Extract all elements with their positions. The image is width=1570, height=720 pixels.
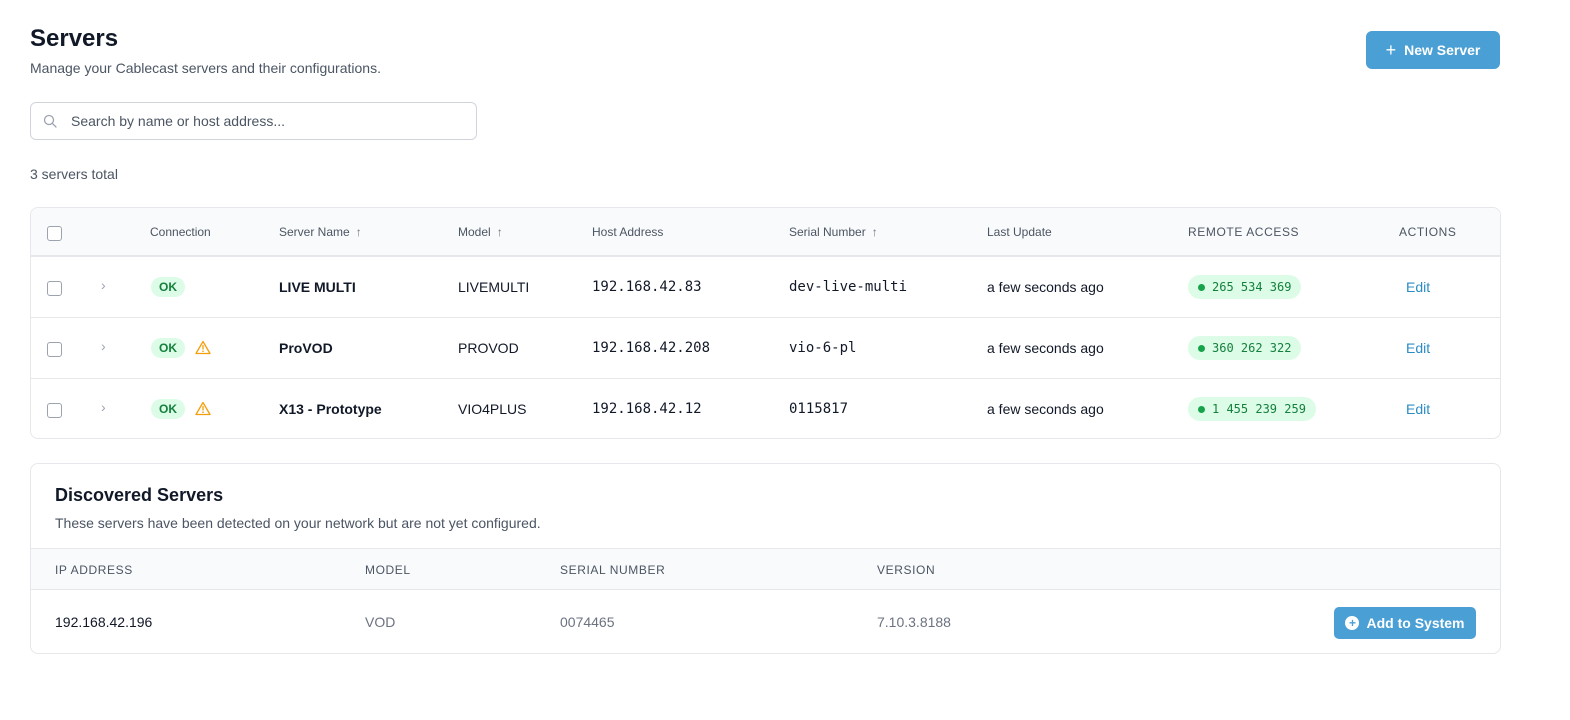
search-box [30,102,477,140]
discovered-title: Discovered Servers [55,485,224,505]
server-serial: vio-6-pl [789,340,857,356]
edit-link[interactable]: Edit [1406,401,1430,417]
status-dot-icon [1198,283,1205,291]
discovered-servers-card: Discovered Servers These servers have be… [30,463,1501,654]
remote-access-id: 360 262 322 [1212,341,1292,355]
remote-access-pill: 360 262 322 [1188,336,1302,360]
page-title: Servers [30,25,119,52]
add-to-system-button[interactable]: + Add to System [1334,607,1476,639]
warning-triangle-icon [195,401,211,416]
status-badge: OK [151,338,185,358]
remote-access-pill: 1 455 239 259 [1188,397,1316,421]
new-server-button[interactable]: + New Server [1366,31,1500,69]
row-checkbox[interactable] [47,403,62,418]
server-host: 192.168.42.83 [592,279,702,295]
col-remote-access-label: REMOTE ACCESS [1188,225,1300,239]
discovered-serial: 0074465 [560,614,615,630]
server-last-update: a few seconds ago [987,279,1104,295]
page-subtitle: Manage your Cablecast servers and their … [30,60,381,76]
col-server-name[interactable]: Server Name ↑ [279,225,362,239]
server-last-update: a few seconds ago [987,340,1104,356]
search-icon [43,114,57,128]
col-serial-number: SERIAL NUMBER [560,563,666,577]
col-model: MODEL [365,563,411,577]
col-connection[interactable]: Connection [150,225,211,239]
warning-triangle-icon [195,340,211,355]
server-last-update: a few seconds ago [987,401,1104,417]
chevron-right-icon[interactable]: › [101,399,106,415]
servers-table: Connection Server Name ↑ Model ↑ Host Addr… [30,207,1501,439]
server-name: X13 - Prototype [279,401,382,417]
sort-arrow-icon: ↑ [355,225,362,239]
edit-link[interactable]: Edit [1406,340,1430,356]
col-actions-label: ACTIONS [1399,225,1457,239]
plus-icon: + [1385,40,1397,60]
server-name: ProVOD [279,340,333,356]
server-model: PROVOD [458,340,519,356]
servers-total: 3 servers total [30,166,118,182]
plus-circle-icon: + [1345,616,1360,630]
discovered-version: 7.10.3.8188 [877,614,951,630]
server-name: LIVE MULTI [279,279,356,295]
col-version: VERSION [877,563,936,577]
col-actions: ACTIONS [1399,225,1457,239]
row-checkbox[interactable] [47,342,62,357]
server-model: LIVEMULTI [458,279,530,295]
server-host: 192.168.42.208 [592,340,711,356]
col-connection-label: Connection [150,225,211,239]
edit-link[interactable]: Edit [1406,279,1430,295]
server-model: VIO4PLUS [458,401,527,417]
col-serial-number-label: Serial Number [789,225,866,239]
sort-arrow-icon: ↑ [496,225,503,239]
col-server-name-label: Server Name [279,225,350,239]
server-serial: 0115817 [789,401,849,417]
table-row: › OK LIVE MULTI LIVEMULTI 192.168.42.83 … [31,257,1500,318]
sort-arrow-icon: ↑ [871,225,878,239]
col-model[interactable]: Model ↑ [458,225,503,239]
discovered-table-header: IP ADDRESS MODEL SERIAL NUMBER VERSION [31,548,1500,590]
remote-access-pill: 265 534 369 [1188,275,1302,299]
remote-access-id: 1 455 239 259 [1212,402,1306,416]
new-server-label: New Server [1404,42,1481,58]
col-host-address[interactable]: Host Address [592,225,663,239]
col-ip-address: IP ADDRESS [55,563,133,577]
table-row: › OK X13 - Prototype VIO4PLUS 192.168.42… [31,379,1500,438]
status-dot-icon [1198,405,1205,413]
search-input[interactable] [71,113,451,129]
col-last-update[interactable]: Last Update [987,225,1052,239]
col-host-address-label: Host Address [592,225,664,239]
row-checkbox[interactable] [47,281,62,296]
table-row: › OK ProVOD PROVOD 192.168.42.208 vio-6-… [31,318,1500,379]
add-to-system-label: Add to System [1366,615,1465,631]
discovered-subtitle: These servers have been detected on your… [55,515,541,531]
discovered-ip: 192.168.42.196 [55,614,153,630]
status-dot-icon [1198,344,1205,352]
col-last-update-label: Last Update [987,225,1052,239]
select-all-checkbox[interactable] [47,226,62,241]
server-host: 192.168.42.12 [592,401,702,417]
remote-access-id: 265 534 369 [1212,280,1292,294]
col-remote-access: REMOTE ACCESS [1188,225,1299,239]
col-serial-number[interactable]: Serial Number ↑ [789,225,878,239]
server-serial: dev-live-multi [789,279,908,295]
discovered-row: 192.168.42.196 VOD 0074465 7.10.3.8188 +… [31,590,1500,653]
chevron-right-icon[interactable]: › [101,338,106,354]
table-header: Connection Server Name ↑ Model ↑ Host Addr… [31,208,1500,257]
status-badge: OK [151,399,185,419]
col-model-label: Model [458,225,491,239]
status-badge: OK [151,277,185,297]
discovered-model: VOD [365,614,396,630]
chevron-right-icon[interactable]: › [101,277,106,293]
